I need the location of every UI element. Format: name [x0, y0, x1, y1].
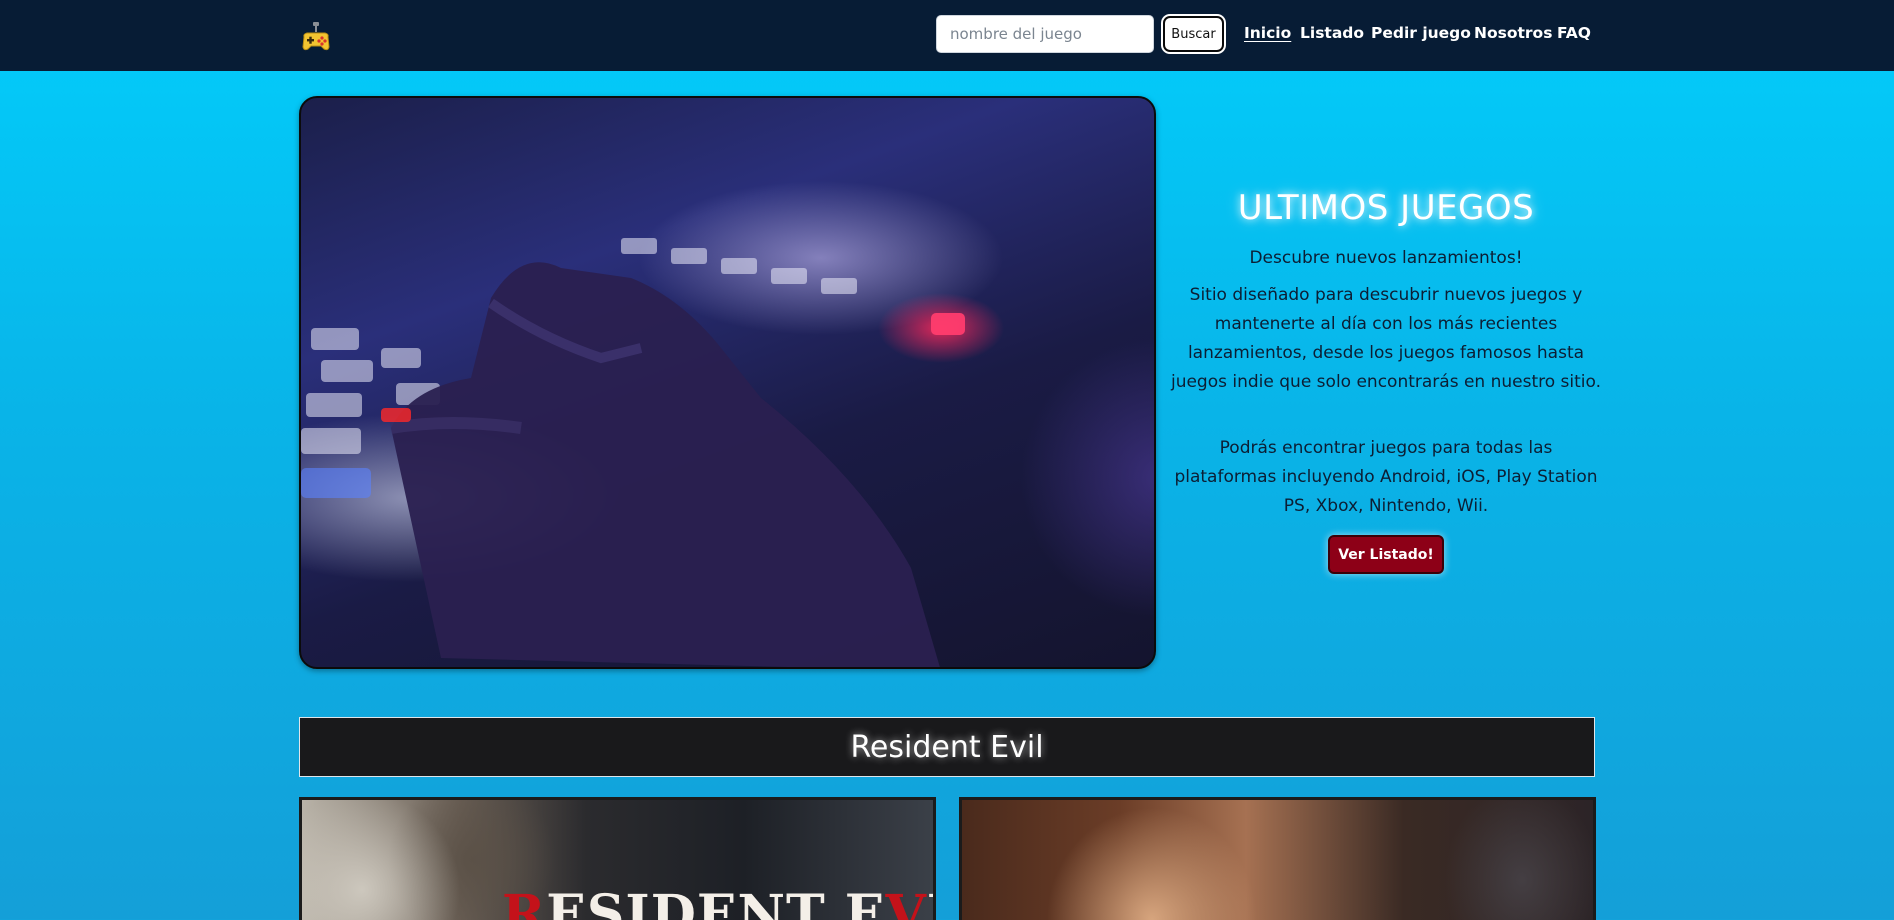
nav-link-nosotros[interactable]: Nosotros [1474, 24, 1552, 42]
hero-image [299, 96, 1156, 669]
card-logo-text: RESIDENT EVIL 4 [502, 884, 933, 920]
search-input[interactable] [936, 15, 1154, 53]
nav-link-pedir-juego[interactable]: Pedir juego [1371, 24, 1471, 42]
game-card-resident-evil-2[interactable] [959, 797, 1596, 920]
hero-title: ULTIMOS JUEGOS [1237, 188, 1535, 228]
nav-link-listado[interactable]: Listado [1300, 24, 1364, 42]
ver-listado-button[interactable]: Ver Listado! [1328, 535, 1444, 574]
search-button[interactable]: Buscar [1163, 16, 1224, 52]
navbar: Buscar Inicio Listado Pedir juego Nosotr… [0, 0, 1894, 71]
hero-platforms-text: Podrás encontrar juegos para todas las p… [1174, 438, 1598, 516]
hero-subtitle: Descubre nuevos lanzamientos! [1249, 248, 1523, 268]
nav-link-faq[interactable]: FAQ [1557, 24, 1591, 42]
game-card-resident-evil-4[interactable]: RESIDENT EVIL 4 [299, 797, 936, 920]
gamepad-icon[interactable] [299, 20, 333, 54]
section-header: Resident Evil [299, 717, 1595, 777]
section-title: Resident Evil [850, 729, 1044, 765]
nav-link-inicio[interactable]: Inicio [1244, 24, 1291, 42]
hero-description: Sitio diseñado para descubrir nuevos jue… [1170, 285, 1602, 392]
